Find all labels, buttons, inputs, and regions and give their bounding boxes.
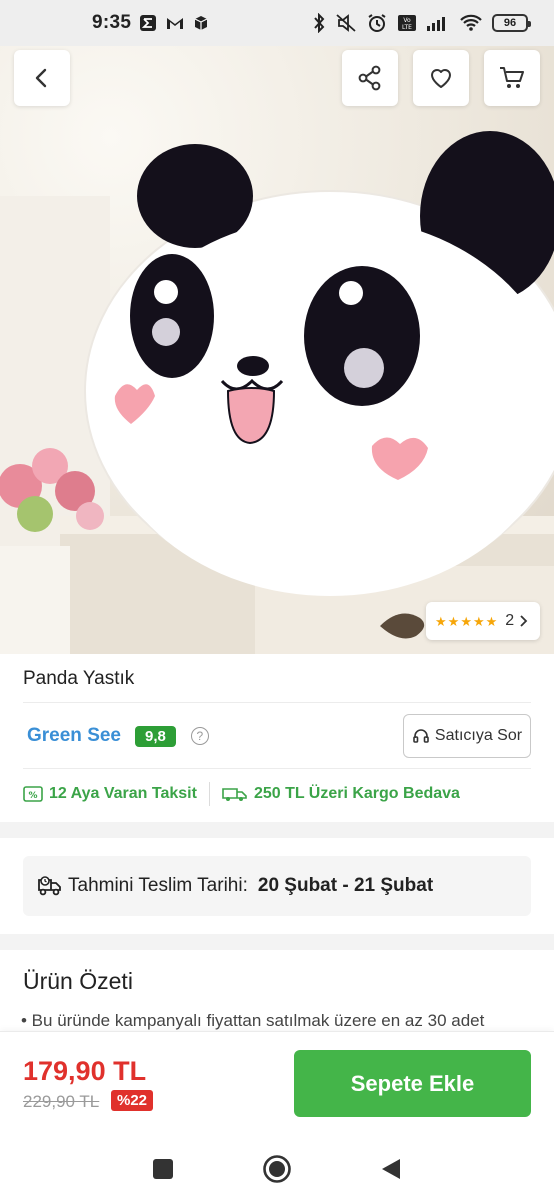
heart-icon — [431, 69, 451, 88]
rating-count: 2 — [505, 612, 515, 629]
panda-pillow-photo — [0, 131, 554, 654]
seller-name-link[interactable]: Green See — [27, 725, 121, 747]
rating-chip[interactable]: ★ ★ ★ ★ ★ 2 — [426, 602, 540, 640]
delivery-estimate: Tahmini Teslim Tarihi: 20 Şubat - 21 Şub… — [23, 856, 531, 916]
section-gap — [0, 934, 554, 950]
status-right: Vo LTE 96 — [312, 13, 531, 33]
free-shipping-label: 250 TL Üzeri Kargo Bedava — [253, 785, 460, 802]
alarm-icon — [366, 13, 388, 33]
wifi-icon — [459, 14, 483, 32]
product-image-gallery[interactable]: ★ ★ ★ ★ ★ 2 — [0, 46, 554, 654]
divider — [23, 768, 531, 769]
favorite-button[interactable] — [413, 50, 469, 106]
star-icon: ★ — [485, 613, 498, 629]
sigma-icon — [139, 14, 157, 32]
info-row: % 12 Aya Varan Taksit 250 TL Üzeri Kargo… — [23, 780, 531, 808]
headset-icon — [413, 729, 429, 743]
purchase-bar: 179,90 TL 229,90 TL %22 Sepete Ekle — [0, 1031, 554, 1137]
status-left: 9:35 — [92, 12, 209, 34]
star-icon: ★ — [447, 613, 460, 629]
installment-info[interactable]: % 12 Aya Varan Taksit — [23, 785, 197, 803]
svg-text:Vo: Vo — [403, 17, 411, 24]
chevron-left-icon — [35, 68, 47, 88]
share-button[interactable] — [342, 50, 398, 106]
discount-badge: %22 — [111, 1090, 154, 1111]
chevron-right-icon — [520, 615, 528, 627]
summary-text: • Bu üründe kampanyalı fiyattan satılmak… — [21, 1011, 485, 1030]
divider — [23, 702, 531, 703]
recent-apps-icon[interactable] — [152, 1158, 174, 1180]
star-icon: ★ — [460, 613, 472, 629]
signal-icon — [426, 14, 450, 32]
section-gap — [0, 822, 554, 838]
product-title: Panda Yastık — [23, 668, 135, 689]
home-icon[interactable] — [262, 1154, 292, 1184]
status-time: 9:35 — [92, 12, 132, 33]
share-icon — [358, 65, 381, 91]
installment-icon: % — [23, 786, 43, 802]
rating-stars: ★ ★ ★ ★ ★ — [435, 615, 497, 628]
bluetooth-icon — [312, 13, 326, 33]
gmail-icon — [165, 15, 185, 31]
package-icon — [193, 15, 209, 31]
free-shipping-info[interactable]: 250 TL Üzeri Kargo Bedava — [222, 785, 460, 803]
info-separator — [208, 782, 210, 806]
cart-button[interactable] — [484, 50, 540, 106]
star-icon: ★ — [472, 613, 485, 629]
back-triangle-icon[interactable] — [380, 1157, 402, 1181]
delivery-label: Tahmini Teslim Tarihi: — [68, 875, 248, 896]
svg-text:LTE: LTE — [402, 24, 412, 31]
ask-seller-label: Satıcıya Sor — [434, 727, 523, 744]
mute-icon — [335, 13, 357, 33]
delivery-date: 20 Şubat - 21 Şubat — [257, 875, 434, 896]
back-button[interactable] — [14, 50, 70, 106]
system-nav-bar — [0, 1137, 554, 1200]
battery-indicator: 96 — [492, 14, 531, 32]
volte-icon: Vo LTE — [397, 14, 417, 32]
delivery-truck-icon — [38, 876, 61, 896]
status-bar: 9:35 Vo LTE 96 — [0, 0, 554, 46]
truck-icon — [222, 788, 247, 801]
star-icon: ★ — [435, 613, 447, 629]
seller-score-badge: 9,8 — [135, 725, 176, 747]
old-price: 229,90 TL — [23, 1092, 100, 1111]
summary-title: Ürün Özeti — [23, 968, 133, 994]
svg-text:%: % — [28, 791, 37, 801]
ask-seller-button[interactable]: Satıcıya Sor — [403, 714, 531, 758]
cart-icon — [500, 67, 524, 88]
installment-label: 12 Aya Varan Taksit — [49, 785, 197, 802]
seller-row: Green See 9,8 ? Satıcıya Sor — [23, 712, 531, 760]
help-icon[interactable]: ? — [190, 727, 209, 745]
add-to-cart-button[interactable]: Sepete Ekle — [294, 1050, 531, 1117]
current-price: 179,90 TL — [23, 1056, 147, 1086]
